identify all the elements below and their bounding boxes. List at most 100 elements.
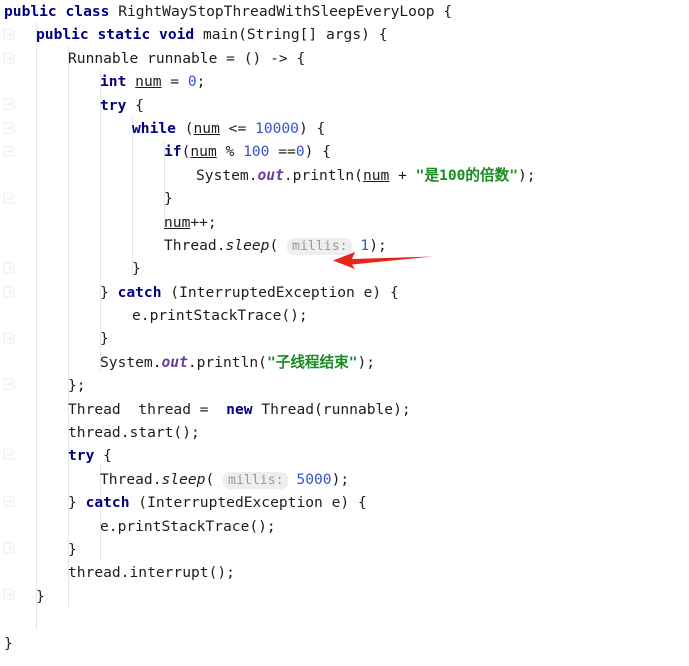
code-line[interactable]: System.out.println(num + "是100的倍数"); — [0, 164, 689, 187]
code-token: out — [161, 353, 188, 371]
code-token: ( — [175, 119, 194, 137]
code-token: num — [135, 73, 162, 91]
code-token: }; — [68, 377, 86, 395]
code-token: class — [65, 3, 110, 20]
code-token: ); — [517, 166, 536, 184]
code-token: ; — [196, 73, 206, 91]
code-line[interactable]: Thread thread = new Thread(runnable); — [0, 398, 689, 421]
code-token: } — [68, 494, 86, 512]
code-line[interactable]: } catch (InterruptedException e) { — [0, 281, 689, 304]
code-token: sleep — [161, 470, 206, 488]
code-token: Thread. — [100, 470, 162, 488]
code-token: } — [4, 634, 13, 652]
code-token: } — [68, 540, 77, 558]
code-token: ); — [331, 470, 350, 488]
code-line[interactable]: public static void main(String[] args) { — [0, 23, 689, 46]
code-token: 0 — [187, 73, 197, 91]
code-token: e.printStackTrace(); — [100, 517, 276, 535]
parameter-hint: millis: — [287, 237, 352, 255]
code-token: 0 — [295, 143, 305, 161]
code-token: thread.start(); — [68, 424, 200, 442]
code-token: % — [216, 143, 244, 161]
code-line[interactable]: } — [0, 632, 689, 655]
code-token: Thread(runnable); — [252, 400, 411, 418]
code-token: ++; — [190, 213, 217, 231]
code-line[interactable]: num++; — [0, 211, 689, 234]
code-token: "是100的倍数" — [415, 166, 518, 184]
code-token: num — [193, 119, 220, 137]
code-token: (InterruptedException e) { — [129, 494, 367, 512]
code-editor[interactable]: public class RightWayStopThreadWithSleep… — [0, 0, 689, 666]
code-token: } — [132, 260, 141, 278]
code-line[interactable]: } — [0, 257, 689, 280]
code-token: ( — [205, 470, 215, 488]
code-token: ) { — [304, 143, 331, 161]
code-line[interactable]: thread.start(); — [0, 421, 689, 444]
code-token: out — [257, 166, 284, 184]
code-token: public — [36, 26, 89, 44]
code-token: { — [94, 447, 112, 465]
parameter-hint: millis: — [223, 471, 288, 489]
code-line[interactable]: while (num <= 10000) { — [0, 117, 689, 140]
code-token: thread.interrupt(); — [68, 564, 235, 582]
code-token: catch — [117, 283, 162, 301]
code-token: Runnable runnable = () -> { — [68, 49, 306, 67]
code-token: + — [389, 166, 416, 184]
code-line[interactable]: } — [0, 327, 689, 350]
code-content[interactable]: public class RightWayStopThreadWithSleep… — [0, 0, 689, 655]
code-token: 10000 — [255, 119, 299, 137]
code-token: Thread thread = — [68, 400, 227, 418]
code-line[interactable]: }; — [0, 374, 689, 397]
code-line[interactable]: if(num % 100 ==0) { — [0, 140, 689, 163]
code-token: new — [226, 400, 253, 418]
code-token: System. — [100, 353, 162, 371]
code-token: "子线程结束" — [266, 353, 358, 371]
code-token: } — [36, 587, 45, 605]
code-token: num — [164, 213, 191, 231]
code-token: = — [161, 73, 188, 91]
code-line[interactable]: System.out.println("子线程结束"); — [0, 351, 689, 374]
code-token: ( — [269, 236, 279, 254]
code-line[interactable]: Runnable runnable = () -> { — [0, 47, 689, 70]
code-token: .println( — [283, 166, 363, 184]
code-token: main(String[] args) { — [194, 26, 388, 44]
code-token: num — [190, 143, 217, 161]
code-line[interactable]: e.printStackTrace(); — [0, 515, 689, 538]
code-token: { — [126, 96, 144, 114]
code-token: System. — [196, 166, 258, 184]
code-line[interactable]: thread.interrupt(); — [0, 561, 689, 584]
code-line[interactable]: Thread.sleep( millis: 5000); — [0, 468, 689, 491]
code-line[interactable]: try { — [0, 444, 689, 467]
code-token: int — [100, 73, 127, 91]
code-token: (InterruptedException e) { — [161, 283, 399, 301]
code-token: void — [159, 26, 195, 44]
code-token: 5000 — [296, 470, 332, 488]
code-line[interactable]: Thread.sleep( millis: 1); — [0, 234, 689, 257]
code-token: public — [4, 3, 57, 20]
code-token: == — [269, 143, 296, 161]
code-token: <= — [219, 119, 256, 137]
code-token: static — [97, 26, 151, 44]
code-line[interactable]: public class RightWayStopThreadWithSleep… — [0, 0, 689, 23]
code-line[interactable]: } — [0, 187, 689, 210]
code-token: 1 — [360, 236, 370, 254]
code-token: Thread. — [164, 236, 226, 254]
code-token: ); — [369, 236, 387, 254]
code-token: num — [362, 166, 390, 184]
code-line[interactable]: } — [0, 585, 689, 608]
code-line[interactable] — [0, 608, 689, 631]
code-line[interactable]: e.printStackTrace(); — [0, 304, 689, 327]
code-line[interactable]: } catch (InterruptedException e) { — [0, 491, 689, 514]
code-token: 100 — [243, 143, 270, 161]
code-line[interactable]: } — [0, 538, 689, 561]
code-line[interactable]: try { — [0, 94, 689, 117]
code-token: catch — [85, 494, 130, 512]
code-token: sleep — [225, 236, 270, 254]
code-token: RightWayStopThreadWithSleepEveryLoop { — [109, 3, 453, 20]
code-line[interactable]: int num = 0; — [0, 70, 689, 93]
